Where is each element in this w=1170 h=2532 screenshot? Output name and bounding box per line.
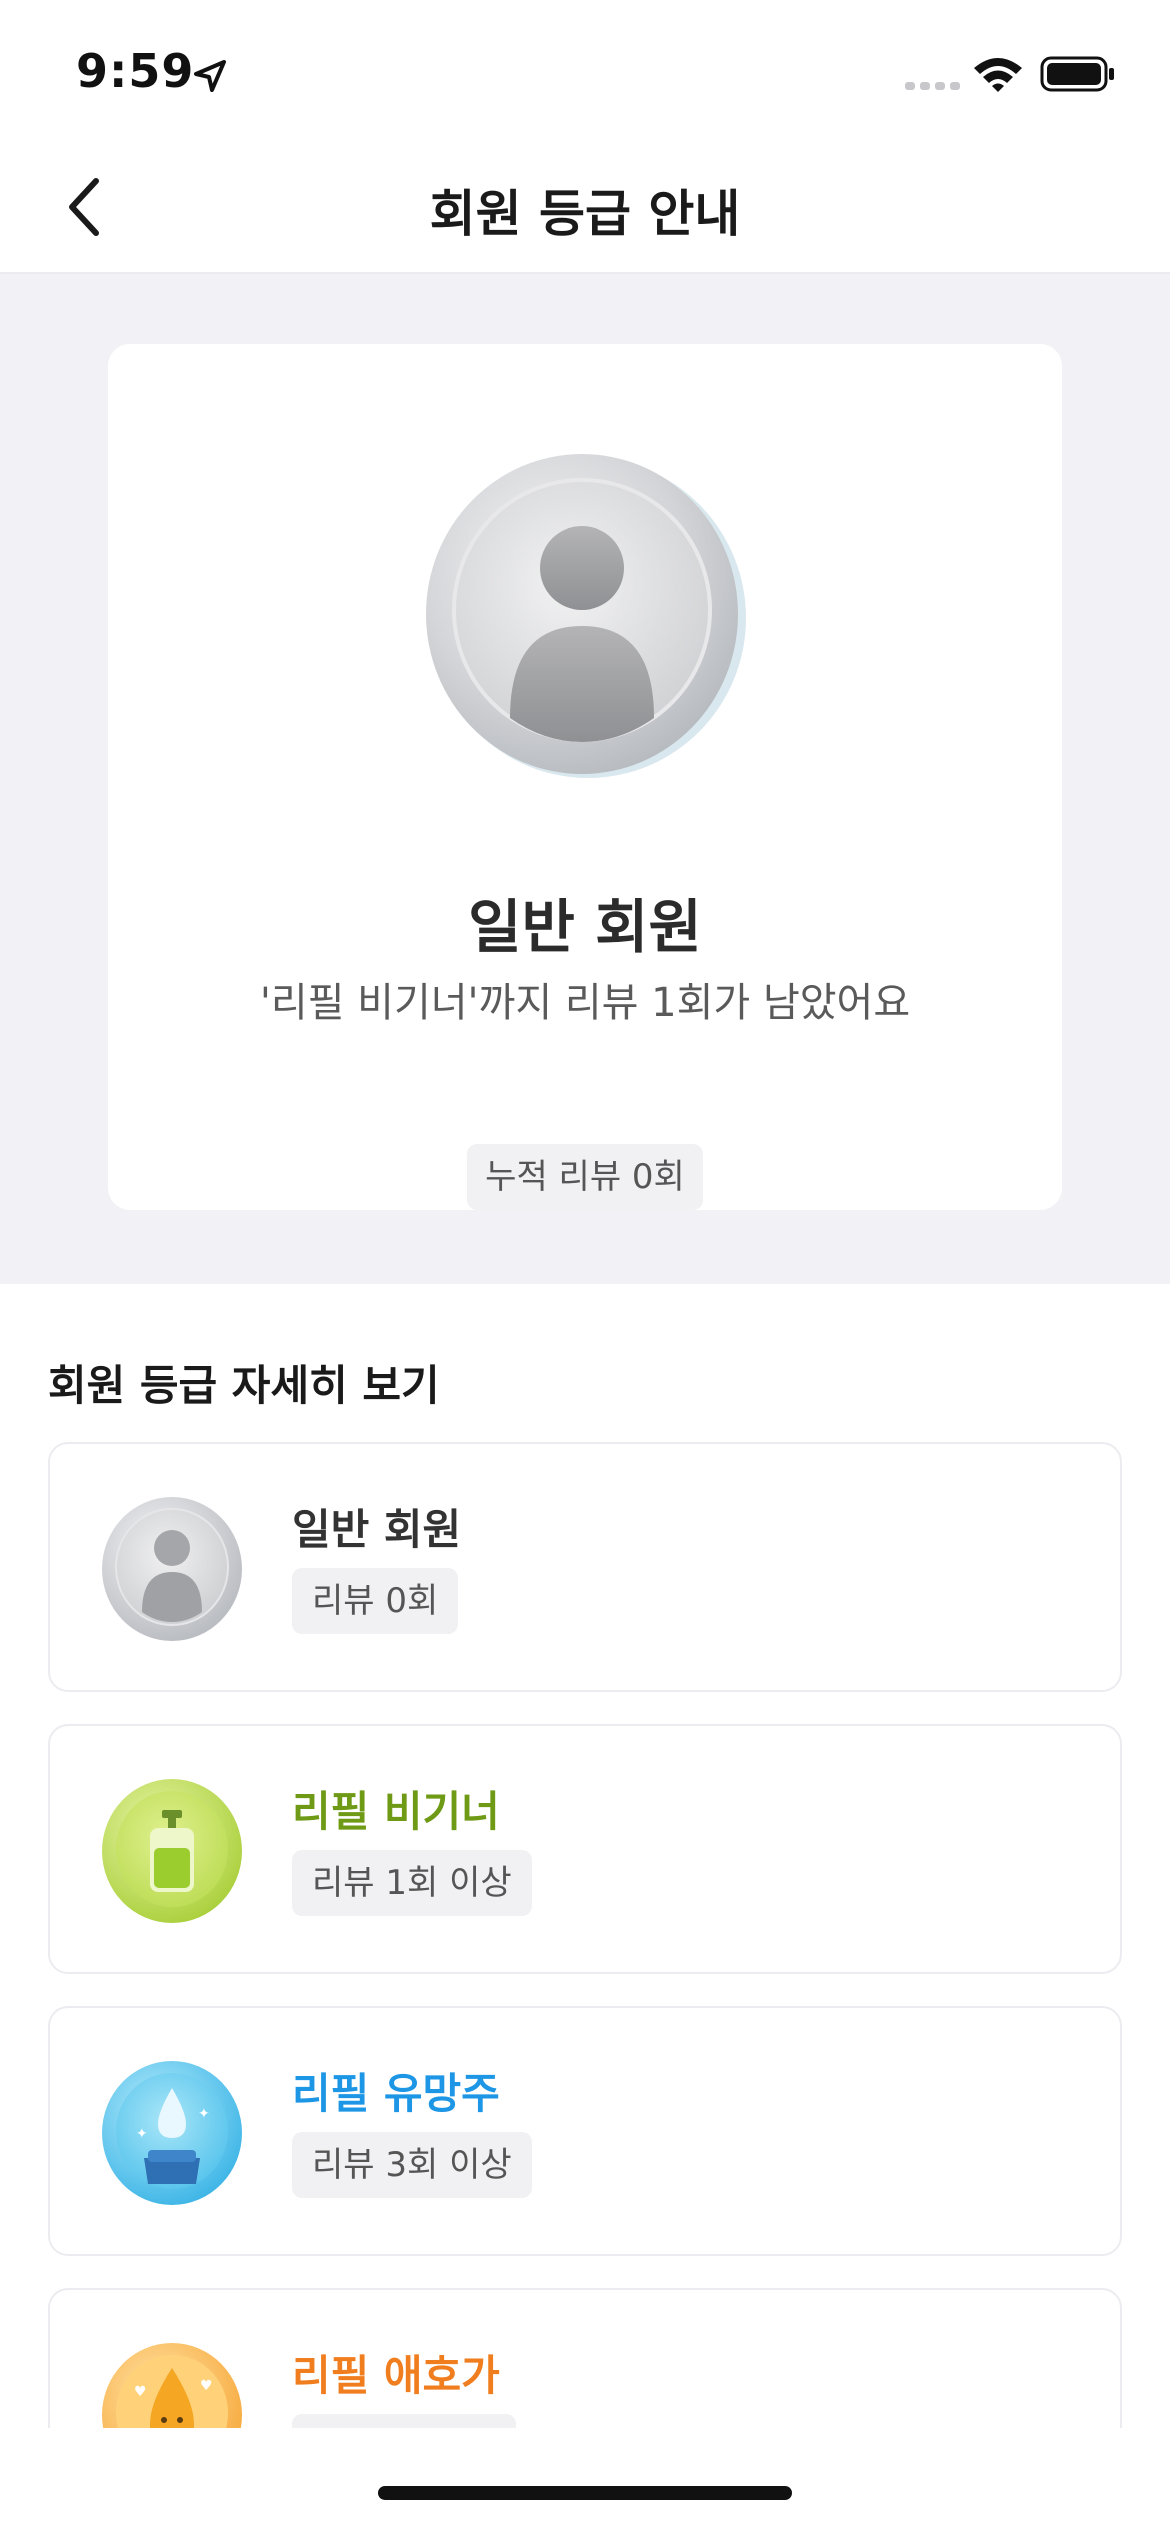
section-title: 회원 등급 자세히 보기 xyxy=(48,1361,440,1410)
status-time: 9:59 xyxy=(76,44,195,98)
grade-name: 일반 회원 xyxy=(292,1505,462,1554)
page-title: 회원 등급 안내 xyxy=(429,185,741,243)
grade-list: 일반 회원 리뷰 0회 리필 비기너 리뷰 1회 이상 ✦ ✦ 리필 유망주 리… xyxy=(48,1442,1122,2428)
next-grade-description: '리필 비기너'까지 리뷰 1회가 남았어요 xyxy=(259,980,911,1026)
grade-requirement: 리뷰 0회 xyxy=(292,1568,459,1634)
current-grade-card: 일반 회원 '리필 비기너'까지 리뷰 1회가 남았어요 누적 리뷰 0회 xyxy=(108,344,1062,1210)
wifi-icon xyxy=(974,58,1022,92)
grade-item-general[interactable]: 일반 회원 리뷰 0회 xyxy=(48,1442,1122,1692)
svg-text:♥: ♥ xyxy=(134,2384,147,2400)
person-badge-icon xyxy=(426,454,746,778)
svg-text:✦: ✦ xyxy=(198,2106,210,2122)
home-indicator xyxy=(378,2486,792,2500)
grade-requirement xyxy=(292,2414,516,2428)
refill-bottle-badge-icon xyxy=(102,1779,242,1923)
cellular-signal-icon xyxy=(905,82,960,90)
grade-item-beginner[interactable]: 리필 비기너 리뷰 1회 이상 xyxy=(48,1724,1122,1974)
svg-text:♥: ♥ xyxy=(200,2378,213,2394)
svg-text:✦: ✦ xyxy=(136,2126,148,2142)
grade-requirement: 리뷰 1회 이상 xyxy=(292,1850,532,1916)
review-count-wrap: 누적 리뷰 0회 xyxy=(108,1144,1062,1210)
water-drop-badge-icon: ✦ ✦ xyxy=(102,2061,242,2205)
review-count-badge: 누적 리뷰 0회 xyxy=(467,1144,703,1210)
current-grade-name: 일반 회원 xyxy=(468,893,702,961)
status-bar: 9:59 xyxy=(0,0,1170,140)
nav-bar: 회원 등급 안내 xyxy=(0,140,1170,274)
current-grade-section: 일반 회원 '리필 비기너'까지 리뷰 1회가 남았어요 누적 리뷰 0회 xyxy=(0,274,1170,1284)
grade-name: 리필 애호가 xyxy=(292,2351,500,2400)
smiling-drop-badge-icon: ♥ ♥ xyxy=(102,2343,242,2428)
grade-item-enthusiast[interactable]: ♥ ♥ 리필 애호가 xyxy=(48,2288,1122,2428)
person-badge-icon xyxy=(102,1497,242,1641)
grade-item-rising[interactable]: ✦ ✦ 리필 유망주 리뷰 3회 이상 xyxy=(48,2006,1122,2256)
battery-icon xyxy=(1040,56,1114,92)
grade-name: 리필 유망주 xyxy=(292,2069,500,2118)
location-arrow-icon xyxy=(194,60,226,92)
grade-name: 리필 비기너 xyxy=(292,1787,500,1836)
grade-requirement: 리뷰 3회 이상 xyxy=(292,2132,532,2198)
